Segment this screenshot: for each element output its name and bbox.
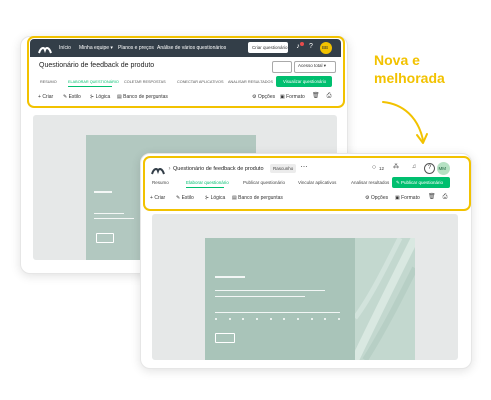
new-tab-design-underline (186, 187, 224, 188)
new-tab-publish[interactable]: Publicar questionário (243, 180, 285, 185)
old-tool-options[interactable]: ⚙ Opções (252, 94, 275, 100)
help-icon[interactable]: ? (307, 43, 315, 51)
annotation-line-2: melhorada (374, 70, 445, 86)
new-tool-format[interactable]: ▣ Formato (395, 195, 420, 201)
old-tab-design[interactable]: ELABORAR QUESTIONÁRIO (68, 80, 119, 84)
scale-point (296, 318, 299, 320)
old-tool-logic[interactable]: ⊱ Lógica (90, 94, 110, 100)
new-tool-bank[interactable]: ▤ Banco de perguntas (232, 195, 283, 201)
scale-point (337, 318, 340, 320)
old-tool-create[interactable]: + Criar (38, 94, 53, 100)
old-tab-connect[interactable]: CONECTAR APLICATIVOS (177, 80, 224, 84)
old-preview-bar-1 (94, 191, 112, 193)
old-preview-bar-2 (94, 213, 124, 214)
scale-point (228, 318, 231, 320)
scale-point (283, 318, 286, 320)
new-print-icon[interactable]: ⎙ (442, 194, 448, 200)
annotation-arrow-icon (382, 101, 428, 144)
preview-scale-line (215, 312, 340, 313)
scale-point (324, 318, 327, 320)
new-trash-icon[interactable]: 🗑 (428, 194, 436, 200)
add-user-icon[interactable]: ⁂ (392, 164, 400, 170)
nav-analysis[interactable]: Análise de vários questionários (157, 45, 226, 51)
old-tab-design-underline (68, 86, 112, 87)
new-survey-title: Questionário de feedback de produto (173, 166, 264, 172)
old-preview-bar-3 (94, 218, 134, 219)
preview-submit-shape (215, 333, 235, 343)
scale-point (310, 318, 313, 320)
draft-badge-label: Rascunho (273, 166, 294, 171)
old-print-icon[interactable]: ⎙ (326, 93, 332, 99)
new-tab-analyze[interactable]: Analisar resultados (351, 180, 389, 185)
comment-count: 12 (379, 166, 385, 171)
annotation-line-1: Nova e (374, 52, 420, 68)
old-survey-title: Questionário de feedback de produto (39, 62, 155, 69)
bell-icon[interactable]: ♫ (410, 164, 418, 170)
logo-icon (38, 43, 52, 54)
old-tab-collect[interactable]: COLETAR RESPOSTAS (124, 80, 166, 84)
old-preview-button-shape (96, 233, 114, 243)
new-tool-style[interactable]: ✎ Estilo (176, 195, 194, 201)
preview-title-bar (215, 276, 245, 278)
acesso-label: Acesso total ▾ (298, 63, 327, 68)
new-avatar-initials: MM (438, 166, 447, 171)
new-tool-create[interactable]: + Criar (150, 195, 165, 201)
new-tab-apps[interactable]: Vincular aplicativos (298, 180, 336, 185)
preview-scale-points (215, 318, 340, 324)
old-avatar-initials: BB (322, 45, 329, 50)
scale-point (269, 318, 272, 320)
new-help-icon[interactable]: ? (424, 163, 435, 174)
leaf-pattern-icon (355, 238, 415, 360)
publish-label: ✎ Publicar questionário (396, 180, 444, 185)
preview-question-bar-2 (215, 296, 305, 297)
create-survey-label: Criar questionário (252, 45, 288, 50)
nav-home[interactable]: Início (59, 45, 71, 51)
old-settings-button[interactable] (272, 61, 292, 73)
nav-plans[interactable]: Planos e preços (118, 45, 154, 51)
old-tool-bank[interactable]: ▤ Banco de perguntas (117, 94, 168, 100)
new-tool-options[interactable]: ⚙ Opções (365, 195, 388, 201)
old-tool-style[interactable]: ✎ Estilo (63, 94, 81, 100)
old-tool-format[interactable]: ▣ Formato (280, 94, 305, 100)
scale-point (255, 318, 258, 320)
comment-icon[interactable]: ○ (370, 164, 378, 171)
new-tab-summary[interactable]: Resumo (152, 180, 169, 185)
old-preview-label: Visualizar questionário (283, 79, 327, 84)
notification-dot (300, 42, 304, 46)
old-tab-analyze[interactable]: ANALISAR RESULTADOS (228, 80, 273, 84)
breadcrumb-chevron-icon: › (168, 166, 171, 172)
new-tab-design[interactable]: Elaborar questionário (186, 180, 229, 185)
more-icon[interactable]: ⋯ (300, 164, 308, 171)
scale-point (215, 318, 217, 320)
scale-point (242, 318, 245, 320)
old-tab-summary[interactable]: RESUMO (40, 80, 57, 84)
preview-question-bar-1 (215, 290, 325, 291)
old-trash-icon[interactable]: 🗑 (312, 93, 320, 99)
nav-team[interactable]: Minha equipe ▾ (79, 45, 113, 51)
new-logo-icon[interactable] (151, 164, 165, 175)
new-tool-logic[interactable]: ⊱ Lógica (205, 195, 225, 201)
